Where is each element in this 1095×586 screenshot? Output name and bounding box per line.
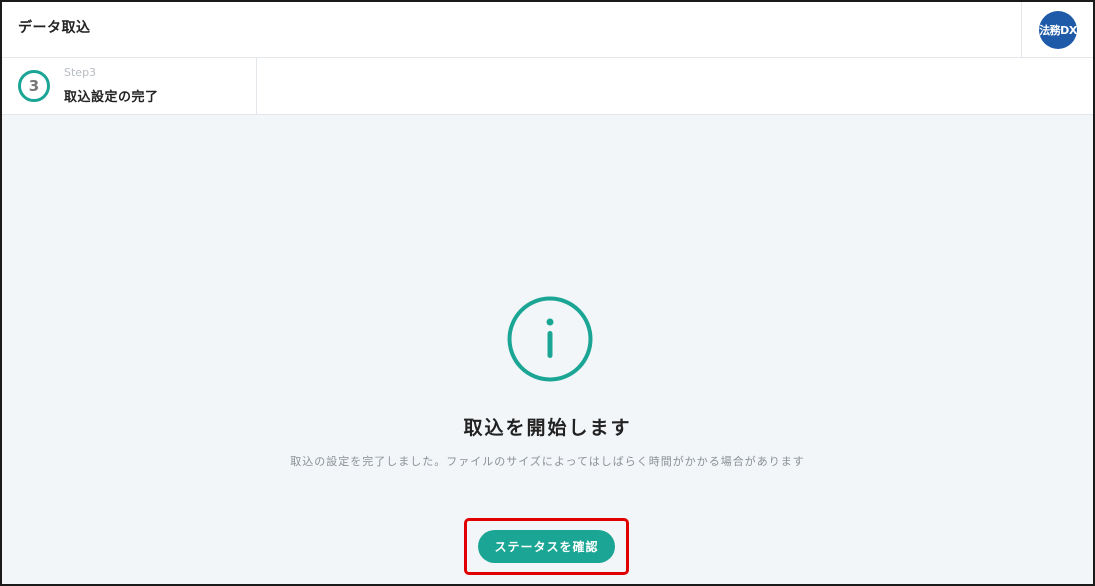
brand-logo-badge[interactable]: 法務DX xyxy=(1039,11,1077,49)
step-name: 取込設定の完了 xyxy=(64,90,159,105)
main-content: 取込を開始します 取込の設定を完了しました。ファイルのサイズによってはしばらく時… xyxy=(2,115,1093,584)
step-label: Step3 xyxy=(64,66,97,79)
check-status-button[interactable]: ステータスを確認 xyxy=(478,530,615,563)
step-indicator-bar: 3 Step3 取込設定の完了 xyxy=(2,58,1093,115)
top-header: データ取込 法務DX xyxy=(2,2,1093,58)
page-title: データ取込 xyxy=(18,20,91,36)
header-divider xyxy=(1021,2,1022,58)
step-item-current: 3 Step3 取込設定の完了 xyxy=(2,58,257,114)
app-window: データ取込 法務DX 3 Step3 取込設定の完了 取込を開始します 取込の設… xyxy=(0,0,1095,586)
completion-description: 取込の設定を完了しました。ファイルのサイズによってはしばらく時間がかかる場合があ… xyxy=(290,455,805,468)
completion-title: 取込を開始します xyxy=(463,417,632,439)
step-number-circle: 3 xyxy=(18,70,50,102)
info-circle-icon xyxy=(507,296,593,382)
